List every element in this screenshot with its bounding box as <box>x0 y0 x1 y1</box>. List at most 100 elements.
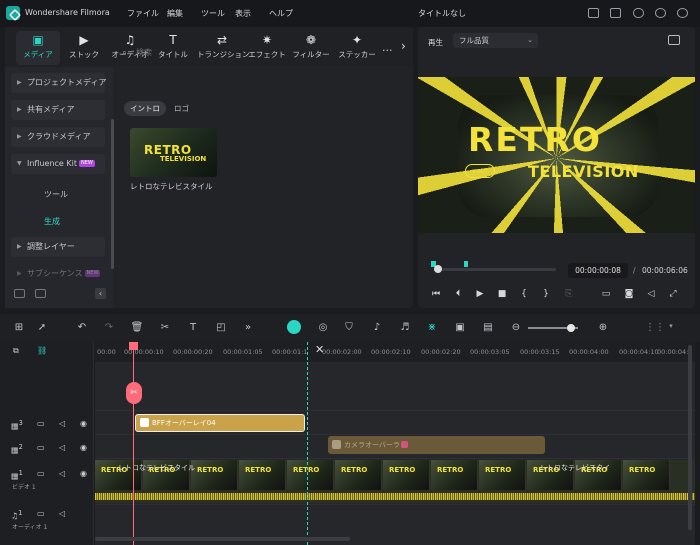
undo-icon[interactable]: ↶ <box>75 322 89 333</box>
step-back-icon[interactable]: ⏮ <box>430 289 442 299</box>
eye-icon[interactable]: ◉ <box>80 419 87 428</box>
sidebar-item-project-media[interactable]: ▶ プロジェクトメディア <box>11 73 106 93</box>
search-input[interactable] <box>136 45 356 59</box>
folder-icon[interactable] <box>35 289 46 298</box>
chevron-down-icon[interactable]: ▾ <box>664 322 678 330</box>
quality-dropdown[interactable]: フル品質 ⌄ <box>453 33 538 48</box>
menu-edit[interactable]: 編集 <box>167 8 183 19</box>
save-icon[interactable] <box>610 8 621 18</box>
ai-record-icon[interactable] <box>287 320 301 334</box>
snapshot-settings-icon[interactable] <box>668 35 680 45</box>
marker-icon[interactable]: ⛉ <box>342 322 356 333</box>
split-scissors-icon[interactable]: ✂ <box>126 382 142 404</box>
menu-tools[interactable]: ツール <box>201 8 225 19</box>
microphone-icon[interactable]: ♪ <box>370 322 384 333</box>
play-previous-icon[interactable]: ⏴ <box>452 289 464 299</box>
grid-icon[interactable]: ⋮⋮ <box>645 322 665 333</box>
overlay-clip[interactable]: BFFオーバーレイ04 <box>135 414 305 432</box>
eye-icon[interactable]: ◉ <box>80 469 87 478</box>
ruler-tick: 00:00:01:1 <box>272 348 308 356</box>
tab-media[interactable]: ▣ メディア <box>16 31 60 65</box>
headset-icon[interactable] <box>655 8 666 18</box>
sidebar-item-adjustment-layer[interactable]: ▶ 調整レイヤー <box>11 237 105 257</box>
playhead-handle[interactable] <box>129 342 138 350</box>
new-badge: NEW <box>84 270 101 277</box>
timeline-horizontal-scrollbar[interactable] <box>95 537 350 541</box>
current-time[interactable]: 00:00:00:08 <box>568 263 628 278</box>
sidebar-item-influence-kit[interactable]: ▼ Influence Kit NEW <box>11 154 105 174</box>
mark-out-icon[interactable]: } <box>540 289 552 299</box>
volume-icon[interactable]: ◁ <box>59 419 65 428</box>
ruler-tick: 00:00:03:05 <box>470 348 510 356</box>
tab-stock[interactable]: ▶ ストック <box>62 31 106 65</box>
sidebar-item-generate[interactable]: 生成 <box>44 216 60 227</box>
chevron-right-icon[interactable]: › <box>401 39 406 53</box>
media-icon: ▣ <box>32 33 44 47</box>
folder-icon[interactable]: ▭ <box>37 443 45 452</box>
folder-icon[interactable]: ▭ <box>37 419 45 428</box>
cloud-icon[interactable] <box>633 8 644 18</box>
track-divider <box>95 458 695 459</box>
timeline-vertical-scrollbar[interactable] <box>688 345 692 530</box>
sidebar-item-cloud-media[interactable]: ▶ クラウドメディア <box>11 127 105 147</box>
link-icon[interactable]: ⛓ <box>37 346 47 355</box>
volume-icon[interactable]: ◁ <box>645 289 657 299</box>
menu-help[interactable]: ヘルプ <box>269 8 293 19</box>
split-guide-line <box>307 342 308 545</box>
new-folder-icon[interactable] <box>14 289 25 298</box>
mark-in-icon[interactable]: { <box>518 289 530 299</box>
camera-overlay-clip[interactable]: カメラオーバーラ <box>328 436 545 454</box>
filter-intro-chip[interactable]: イントロ <box>124 101 166 116</box>
media-thumbnail[interactable]: RETRO TELEVISION <box>130 128 217 177</box>
stop-icon[interactable]: ■ <box>496 289 508 299</box>
folder-icon[interactable]: ▭ <box>37 469 45 478</box>
pip-icon[interactable]: ▤ <box>481 322 495 333</box>
menu-view[interactable]: 表示 <box>235 8 251 19</box>
display-icon[interactable]: ▭ <box>600 289 612 299</box>
add-track-icon[interactable]: ⧉ <box>13 346 19 356</box>
audio-waveform[interactable] <box>95 490 695 503</box>
playhead[interactable] <box>133 342 134 545</box>
audio-icon[interactable]: ♬ <box>398 322 412 333</box>
sidebar-item-tools[interactable]: ツール <box>44 189 68 200</box>
folder-icon[interactable]: ▭ <box>37 509 45 518</box>
zoom-slider-handle[interactable] <box>566 324 575 332</box>
zoom-out-icon[interactable]: ⊖ <box>509 322 523 333</box>
filter-logo-chip[interactable]: ロゴ <box>174 101 189 116</box>
eye-icon[interactable]: ◉ <box>80 443 87 452</box>
track-divider <box>95 504 695 505</box>
collapse-icon[interactable]: ‹ <box>95 288 106 299</box>
out-marker-icon[interactable] <box>464 261 468 267</box>
crop-icon[interactable]: ◰ <box>214 322 228 333</box>
layout-icon[interactable]: ⊞ <box>12 322 26 333</box>
cut-icon[interactable]: ✂ <box>158 322 172 333</box>
close-icon[interactable]: ✕ <box>315 343 324 356</box>
text-icon[interactable]: T <box>186 322 200 333</box>
delete-icon[interactable]: 🗑 <box>130 322 144 333</box>
fullscreen-icon[interactable]: ⤢ <box>667 289 679 299</box>
select-tool-icon[interactable]: ➚ <box>35 322 49 333</box>
sidebar-scrollbar[interactable] <box>111 119 114 269</box>
clip-type-icon <box>140 418 149 427</box>
more-options-icon[interactable]: ··· <box>382 44 393 57</box>
sidebar-item-subsequence[interactable]: ▶ サブシーケンス NEW <box>11 264 105 284</box>
speed-icon[interactable]: ◎ <box>316 322 330 333</box>
monitor-icon[interactable] <box>588 8 599 18</box>
redo-icon[interactable]: ↷ <box>102 322 116 333</box>
volume-icon[interactable]: ◁ <box>59 469 65 478</box>
snap-icon[interactable]: ⋇ <box>425 322 439 333</box>
preview-scrubber[interactable] <box>434 268 556 271</box>
render-icon[interactable]: ⎘ <box>563 289 575 299</box>
camera-icon[interactable]: ◙ <box>623 289 635 299</box>
video-track-label: ビデオ 1 <box>12 484 36 491</box>
play-icon[interactable]: ▶ <box>474 289 486 299</box>
volume-icon[interactable]: ◁ <box>59 443 65 452</box>
zoom-in-icon[interactable]: ⊕ <box>596 322 610 333</box>
volume-icon[interactable]: ◁ <box>59 509 65 518</box>
account-icon[interactable] <box>677 8 688 18</box>
menu-file[interactable]: ファイル <box>127 8 159 19</box>
auto-reframe-icon[interactable]: ▣ <box>453 322 467 333</box>
sidebar-item-shared-media[interactable]: ▶ 共有メディア <box>11 100 105 120</box>
chevron-right-icon: ▶ <box>17 133 22 140</box>
more-tools-icon[interactable]: » <box>241 322 255 333</box>
